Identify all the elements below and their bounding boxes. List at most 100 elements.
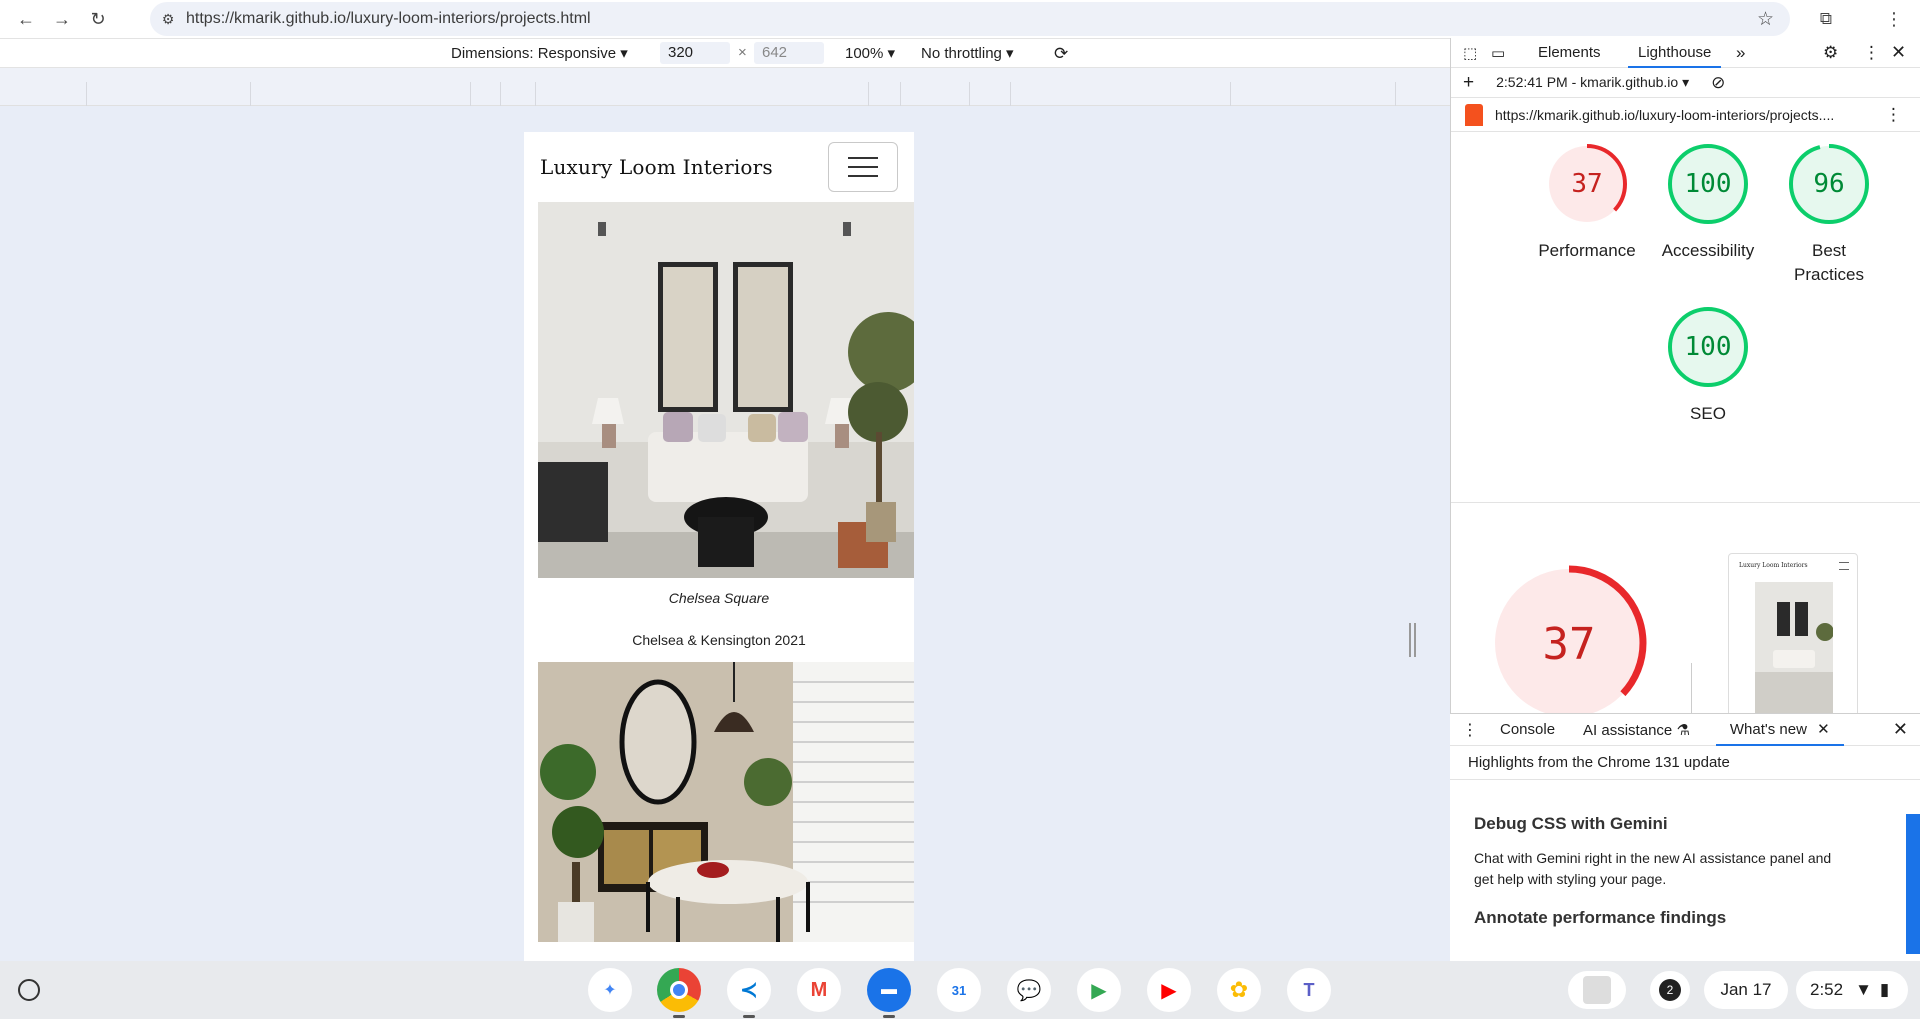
more-tabs-icon[interactable]: » xyxy=(1736,43,1745,63)
messages-app-icon[interactable]: 💬 xyxy=(1007,968,1051,1012)
close-tab-icon[interactable]: ✕ xyxy=(1817,721,1830,738)
width-input[interactable]: 320 xyxy=(660,42,730,64)
browser-menu-icon[interactable]: ⋮ xyxy=(1884,5,1904,33)
gauge-performance[interactable]: 37 Performance xyxy=(1527,142,1647,263)
forward-button[interactable]: → xyxy=(44,4,80,34)
gauge-value: 96 xyxy=(1813,169,1844,199)
score-gauges: 37 Performance 100 Accessibility 96 Best… xyxy=(1451,132,1920,462)
bookmark-star-icon[interactable]: ☆ xyxy=(1757,8,1774,31)
ruler-tick xyxy=(86,82,87,106)
drawer-highlight: Highlights from the Chrome 131 update xyxy=(1450,746,1920,780)
photos-app-icon[interactable]: ✿ xyxy=(1217,968,1261,1012)
ruler-tick xyxy=(900,82,901,106)
ruler-tick xyxy=(969,82,970,106)
tab-whats-new[interactable]: What's new ✕ xyxy=(1715,714,1844,746)
back-button[interactable]: ← xyxy=(8,4,44,34)
calendar-app-icon[interactable]: 31 xyxy=(937,968,981,1012)
project-caption: Chelsea Square xyxy=(668,590,770,606)
chrome-center xyxy=(670,981,688,999)
menu-bar xyxy=(848,157,878,159)
gauge-value: 100 xyxy=(1685,332,1732,362)
files-app-icon[interactable]: ▬ xyxy=(867,968,911,1018)
resize-handle-right[interactable] xyxy=(1409,623,1416,657)
ruler-tick xyxy=(500,82,501,106)
tote-tray[interactable] xyxy=(1568,971,1626,1009)
feature-heading: Debug CSS with Gemini xyxy=(1474,814,1668,833)
close-drawer-icon[interactable]: ✕ xyxy=(1893,719,1908,740)
media-query-ruler[interactable] xyxy=(0,68,1450,106)
launcher-icon[interactable] xyxy=(18,979,40,1001)
gauge-label: Performance xyxy=(1538,241,1636,260)
ruler-tick xyxy=(1010,82,1011,106)
gauge-seo[interactable]: 100 SEO xyxy=(1648,305,1768,426)
new-report-icon[interactable]: + xyxy=(1463,72,1474,94)
zoom-select[interactable]: 100% ▾ xyxy=(845,44,895,62)
tab-elements[interactable]: Elements xyxy=(1538,44,1601,61)
tote-icon xyxy=(1583,976,1611,1004)
gauge-best-practices[interactable]: 96 Best Practices xyxy=(1769,142,1889,287)
ruler-tick xyxy=(470,82,471,106)
site-logo[interactable]: Luxury Loom Interiors xyxy=(540,155,773,179)
devtools-tab-bar: ⬚ ▭ Elements Lighthouse » ⚙ ⋮ ✕ xyxy=(1451,38,1920,68)
throttling-select[interactable]: No throttling ▾ xyxy=(921,44,1014,62)
report-selector[interactable]: 2:52:41 PM - kmarik.github.io ▾ xyxy=(1496,74,1689,91)
gemini-app-icon[interactable]: ✦ xyxy=(588,968,632,1012)
browser-toolbar: ← → ↻ ⚙ https://kmarik.github.io/luxury-… xyxy=(0,0,1920,38)
hamburger-menu-button[interactable] xyxy=(828,142,898,192)
gauge-accessibility[interactable]: 100 Accessibility xyxy=(1648,142,1768,263)
date-tray[interactable]: Jan 17 xyxy=(1704,971,1788,1009)
thumb-menu-icon xyxy=(1839,562,1849,570)
emulated-viewport: Luxury Loom Interiors Chelsea Square Che… xyxy=(524,132,914,961)
report-menu-icon[interactable]: ⋮ xyxy=(1885,105,1902,125)
page-thumbnail[interactable]: Luxury Loom Interiors xyxy=(1728,553,1858,723)
chrome-app-icon[interactable] xyxy=(657,968,701,1018)
close-devtools-icon[interactable]: ✕ xyxy=(1891,42,1906,63)
drawer-menu-icon[interactable]: ⋮ xyxy=(1450,720,1486,740)
caret-down-icon: ▾ xyxy=(887,45,896,62)
gauge-value: 37 xyxy=(1571,169,1602,199)
project-image-living-room xyxy=(538,202,914,578)
height-input[interactable]: 642 xyxy=(754,42,824,64)
settings-gear-icon[interactable]: ⚙ xyxy=(1823,43,1838,63)
status-tray[interactable]: 2:52 ▼ ▮ xyxy=(1796,971,1908,1009)
play-store-app-icon[interactable]: ▶ xyxy=(1077,968,1121,1012)
device-toggle-icon[interactable]: ▭ xyxy=(1491,44,1505,62)
reload-button[interactable]: ↻ xyxy=(80,4,116,34)
notification-tray[interactable]: 2 xyxy=(1650,971,1690,1009)
teams-app-icon[interactable]: T xyxy=(1287,968,1331,1012)
site-info-icon[interactable]: ⚙ xyxy=(150,11,186,28)
lighthouse-icon xyxy=(1465,103,1483,126)
clear-reports-icon[interactable]: ⊘ xyxy=(1711,73,1725,93)
report-url[interactable]: https://kmarik.github.io/luxury-loom-int… xyxy=(1495,107,1834,123)
site-header: Luxury Loom Interiors xyxy=(524,132,914,202)
performance-big-gauge: 37 xyxy=(1491,565,1647,721)
arrow-right-icon: → xyxy=(53,8,71,29)
youtube-app-icon[interactable]: ▶ xyxy=(1147,968,1191,1012)
inspect-element-icon[interactable]: ⬚ xyxy=(1463,44,1477,62)
tab-ai-assistance[interactable]: AI assistance ⚗ xyxy=(1569,721,1704,739)
devtools-menu-icon[interactable]: ⋮ xyxy=(1863,43,1880,63)
tab-whats-new-label: What's new xyxy=(1729,720,1807,738)
extensions-icon[interactable]: ⧉ xyxy=(1812,5,1840,33)
address-bar[interactable]: ⚙ https://kmarik.github.io/luxury-loom-i… xyxy=(150,2,1790,36)
reload-icon: ↻ xyxy=(90,8,106,29)
gauge-label: Best Practices xyxy=(1794,241,1864,284)
thumb-photo xyxy=(1755,582,1833,722)
vscode-app-icon[interactable]: ≺ xyxy=(727,968,771,1018)
thumb-logo: Luxury Loom Interiors xyxy=(1739,562,1808,569)
gauge-ring: 100 xyxy=(1668,144,1748,224)
gauge-label: SEO xyxy=(1690,404,1726,423)
ruler-tick xyxy=(250,82,251,106)
tab-console[interactable]: Console xyxy=(1486,721,1569,738)
gmail-app-icon[interactable]: M xyxy=(797,968,841,1012)
arrow-left-icon: ← xyxy=(17,8,35,29)
promo-graphic xyxy=(1906,814,1920,954)
battery-icon: ▮ xyxy=(1879,980,1890,999)
url-text[interactable]: https://kmarik.github.io/luxury-loom-int… xyxy=(186,10,591,28)
menu-bar xyxy=(848,166,878,168)
tab-lighthouse[interactable]: Lighthouse xyxy=(1628,38,1722,68)
rotate-icon[interactable]: ⟳ xyxy=(1054,44,1068,64)
times-sign: × xyxy=(738,44,747,61)
dimensions-select[interactable]: Dimensions: Responsive ▾ xyxy=(451,44,628,62)
big-score-value: 37 xyxy=(1543,619,1596,670)
